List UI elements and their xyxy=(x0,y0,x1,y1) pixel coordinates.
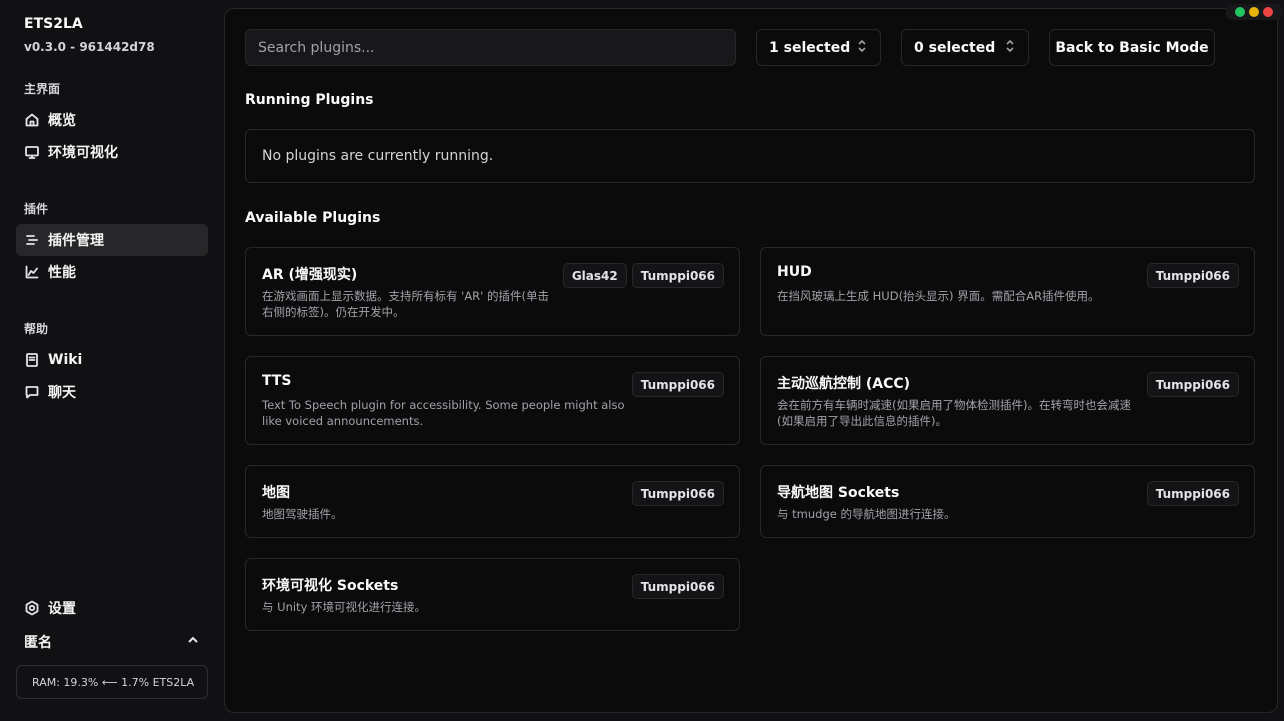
section-label-help: 帮助 xyxy=(24,322,49,336)
list-icon xyxy=(24,232,40,248)
plugin-title: 地图 xyxy=(262,485,290,501)
author-tag[interactable]: Tumppi066 xyxy=(631,263,724,288)
user-name: 匿名 xyxy=(24,635,52,651)
app-window: ETS2LA v0.3.0 - 961442d78 主界面 概览 环境可视化 插… xyxy=(0,0,1284,721)
plugin-tags: Tumppi066 xyxy=(1146,372,1239,397)
plugin-card-map[interactable]: 地图 地图驾驶插件。 Tumppi066 xyxy=(245,465,740,538)
plugin-title: AR (增强现实) xyxy=(262,267,358,283)
section-label-plugins: 插件 xyxy=(24,202,49,216)
plugin-card-hud[interactable]: HUD 在挡风玻璃上生成 HUD(抬头显示) 界面。需配合AR插件使用。 Tum… xyxy=(760,247,1255,336)
sidebar-item-label: 插件管理 xyxy=(48,233,104,249)
sidebar-item-plugin-manager[interactable]: 插件管理 xyxy=(16,224,208,256)
plugin-tags: Tumppi066 xyxy=(1146,481,1239,506)
chevron-updown-icon xyxy=(856,39,868,57)
select-value: 1 selected xyxy=(769,39,851,56)
plugin-description: 在游戏画面上显示数据。支持所有标有 'AR' 的插件(单击 右侧的标签)。仍在开… xyxy=(262,289,549,319)
minimize-button[interactable] xyxy=(1249,7,1259,17)
sidebar-item-overview[interactable]: 概览 xyxy=(16,104,208,136)
home-icon xyxy=(24,112,40,128)
plugin-title: 环境可视化 Sockets xyxy=(262,578,399,594)
sidebar-item-label: 性能 xyxy=(48,265,76,281)
select-value: 0 selected xyxy=(914,39,996,56)
sidebar-item-label: 设置 xyxy=(48,601,76,617)
chevron-updown-icon xyxy=(1004,39,1016,57)
window-controls xyxy=(1226,4,1282,20)
sidebar-item-label: 概览 xyxy=(48,113,76,129)
plugin-description: Text To Speech plugin for accessibility.… xyxy=(262,398,625,428)
maximize-button[interactable] xyxy=(1235,7,1245,17)
plugin-title: HUD xyxy=(777,264,812,280)
sidebar-item-chat[interactable]: 聊天 xyxy=(16,376,208,408)
monitor-icon xyxy=(24,144,40,160)
chart-icon xyxy=(24,264,40,280)
plugin-card-navigation-sockets[interactable]: 导航地图 Sockets 与 tmudge 的导航地图进行连接。 Tumppi0… xyxy=(760,465,1255,538)
author-tag[interactable]: Glas42 xyxy=(562,263,627,288)
app-title: ETS2LA xyxy=(24,16,83,32)
sidebar-item-settings[interactable]: 设置 xyxy=(16,592,208,624)
ram-status: RAM: 19.3% ⟵ 1.7% ETS2LA xyxy=(16,665,208,699)
main-panel: 1 selected 0 selected Back to Basic Mode… xyxy=(224,8,1278,713)
plugin-description: 地图驾驶插件。 xyxy=(262,507,343,521)
running-plugins-heading: Running Plugins xyxy=(245,92,374,108)
plugin-title: 导航地图 Sockets xyxy=(777,485,900,501)
search-input[interactable] xyxy=(245,29,736,66)
sidebar: ETS2LA v0.3.0 - 961442d78 主界面 概览 环境可视化 插… xyxy=(0,0,224,721)
plugin-title: TTS xyxy=(262,373,292,389)
author-tag[interactable]: Tumppi066 xyxy=(631,574,724,599)
plugin-title: 主动巡航控制 (ACC) xyxy=(777,376,911,392)
chat-icon xyxy=(24,384,40,400)
plugin-description: 与 tmudge 的导航地图进行连接。 xyxy=(777,507,956,521)
back-to-basic-mode-button[interactable]: Back to Basic Mode xyxy=(1049,29,1215,66)
plugin-card-tts[interactable]: TTS Text To Speech plugin for accessibil… xyxy=(245,356,740,445)
running-plugins-empty: No plugins are currently running. xyxy=(245,129,1255,183)
plugin-card-acc[interactable]: 主动巡航控制 (ACC) 会在前方有车辆时减速(如果启用了物体检测插件)。在转弯… xyxy=(760,356,1255,445)
author-tag[interactable]: Tumppi066 xyxy=(1146,481,1239,506)
author-filter-select[interactable]: 1 selected xyxy=(756,29,881,66)
section-label-main: 主界面 xyxy=(24,82,61,96)
plugin-card-visualization-sockets[interactable]: 环境可视化 Sockets 与 Unity 环境可视化进行连接。 Tumppi0… xyxy=(245,558,740,631)
plugin-tags: Tumppi066 xyxy=(631,574,724,599)
plugin-card-ar[interactable]: AR (增强现实) 在游戏画面上显示数据。支持所有标有 'AR' 的插件(单击 … xyxy=(245,247,740,336)
sidebar-item-label: 聊天 xyxy=(48,385,76,401)
author-tag[interactable]: Tumppi066 xyxy=(1146,372,1239,397)
sidebar-item-wiki[interactable]: Wiki xyxy=(16,344,208,376)
sidebar-item-visualization[interactable]: 环境可视化 xyxy=(16,136,208,168)
gear-icon xyxy=(24,600,40,616)
tag-filter-select[interactable]: 0 selected xyxy=(901,29,1029,66)
user-menu[interactable]: 匿名 xyxy=(24,632,200,652)
chevron-up-icon xyxy=(186,633,200,651)
plugin-tags: Tumppi066 xyxy=(1146,263,1239,288)
plugin-description: 会在前方有车辆时减速(如果启用了物体检测插件)。在转弯时也会减速 (如果启用了导… xyxy=(777,398,1131,428)
close-button[interactable] xyxy=(1263,7,1273,17)
author-tag[interactable]: Tumppi066 xyxy=(631,372,724,397)
book-icon xyxy=(24,352,40,368)
sidebar-item-performance[interactable]: 性能 xyxy=(16,256,208,288)
plugin-description: 与 Unity 环境可视化进行连接。 xyxy=(262,600,427,614)
app-version: v0.3.0 - 961442d78 xyxy=(24,40,155,54)
plugin-tags: Tumppi066 xyxy=(631,372,724,397)
author-tag[interactable]: Tumppi066 xyxy=(631,481,724,506)
sidebar-item-label: Wiki xyxy=(48,352,83,368)
plugin-tags: Glas42 Tumppi066 xyxy=(562,263,724,288)
author-tag[interactable]: Tumppi066 xyxy=(1146,263,1239,288)
sidebar-item-label: 环境可视化 xyxy=(48,145,118,161)
plugin-tags: Tumppi066 xyxy=(631,481,724,506)
available-plugins-heading: Available Plugins xyxy=(245,210,381,226)
plugin-description: 在挡风玻璃上生成 HUD(抬头显示) 界面。需配合AR插件使用。 xyxy=(777,289,1100,303)
